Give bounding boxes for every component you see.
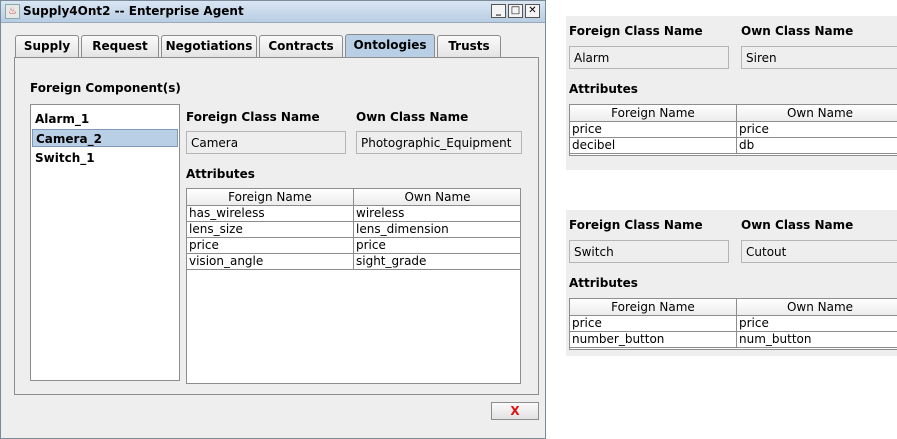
- title-bar[interactable]: ♨ Supply4Ont2 -- Enterprise Agent _ □ ✕: [1, 1, 545, 23]
- cell-own-name[interactable]: price: [737, 316, 897, 331]
- attributes-label: Attributes: [186, 167, 255, 181]
- column-header-foreign-name[interactable]: Foreign Name: [570, 105, 737, 122]
- column-header-foreign-name[interactable]: Foreign Name: [570, 299, 737, 316]
- maximize-icon[interactable]: □: [508, 4, 523, 18]
- cell-own-name[interactable]: db: [737, 138, 897, 153]
- tab-negotiations[interactable]: Negotiations: [161, 35, 257, 57]
- own-class-name-label: Own Class Name: [356, 110, 469, 124]
- tab-ontologies[interactable]: Ontologies: [345, 34, 435, 58]
- attributes-table[interactable]: Foreign Name Own Name price price decibe…: [569, 104, 897, 156]
- cell-foreign-name[interactable]: has_wireless: [187, 206, 354, 221]
- cell-foreign-name[interactable]: decibel: [570, 138, 737, 153]
- alarm-mapping-panel: Foreign Class Name Own Class Name Alarm …: [566, 16, 897, 170]
- cell-foreign-name[interactable]: vision_angle: [187, 254, 354, 269]
- cell-foreign-name[interactable]: lens_size: [187, 222, 354, 237]
- tab-trusts[interactable]: Trusts: [437, 35, 501, 57]
- own-class-field[interactable]: Cutout: [741, 240, 897, 263]
- table-row[interactable]: has_wireless wireless: [187, 206, 520, 222]
- foreign-class-field[interactable]: Camera: [186, 131, 346, 154]
- foreign-class-name-label: Foreign Class Name: [186, 110, 320, 124]
- tab-contracts[interactable]: Contracts: [259, 35, 343, 57]
- own-class-field[interactable]: Photographic_Equipment: [356, 131, 522, 154]
- cell-foreign-name[interactable]: price: [570, 122, 737, 137]
- table-row[interactable]: lens_size lens_dimension: [187, 222, 520, 238]
- cell-own-name[interactable]: wireless: [354, 206, 520, 221]
- window-title: Supply4Ont2 -- Enterprise Agent: [23, 4, 244, 18]
- table-row[interactable]: price price: [187, 238, 520, 254]
- own-class-name-label: Own Class Name: [741, 24, 854, 38]
- switch-mapping-panel: Foreign Class Name Own Class Name Switch…: [566, 210, 897, 356]
- table-row[interactable]: price price: [570, 316, 897, 332]
- tab-request[interactable]: Request: [81, 35, 159, 57]
- table-row[interactable]: number_button num_button: [570, 332, 897, 348]
- close-window-icon[interactable]: ✕: [525, 4, 540, 18]
- own-class-name-label: Own Class Name: [741, 218, 854, 232]
- column-header-foreign-name[interactable]: Foreign Name: [187, 189, 354, 206]
- java-app-icon: ♨: [5, 4, 20, 19]
- attributes-label: Attributes: [569, 82, 638, 96]
- table-row[interactable]: decibel db: [570, 138, 897, 154]
- table-row[interactable]: vision_angle sight_grade: [187, 254, 520, 270]
- column-header-own-name[interactable]: Own Name: [354, 189, 520, 206]
- cell-own-name[interactable]: price: [354, 238, 520, 253]
- cell-own-name[interactable]: price: [737, 122, 897, 137]
- cell-foreign-name[interactable]: price: [187, 238, 354, 253]
- cell-foreign-name[interactable]: price: [570, 316, 737, 331]
- list-item-camera[interactable]: Camera_2: [32, 129, 178, 147]
- tab-supply[interactable]: Supply: [15, 35, 79, 57]
- attributes-table[interactable]: Foreign Name Own Name price price number…: [569, 298, 897, 350]
- own-class-field[interactable]: Siren: [741, 46, 897, 69]
- table-row[interactable]: price price: [570, 122, 897, 138]
- column-header-own-name[interactable]: Own Name: [737, 105, 897, 122]
- attributes-label: Attributes: [569, 276, 638, 290]
- column-header-own-name[interactable]: Own Name: [737, 299, 897, 316]
- cell-foreign-name[interactable]: number_button: [570, 332, 737, 347]
- attributes-table[interactable]: Foreign Name Own Name has_wireless wirel…: [186, 188, 521, 384]
- close-button[interactable]: X: [491, 402, 539, 420]
- minimize-icon[interactable]: _: [491, 4, 506, 18]
- foreign-class-name-label: Foreign Class Name: [569, 24, 703, 38]
- agent-window: ♨ Supply4Ont2 -- Enterprise Agent _ □ ✕ …: [0, 0, 546, 439]
- foreign-class-field[interactable]: Switch: [569, 240, 729, 263]
- cell-own-name[interactable]: sight_grade: [354, 254, 520, 269]
- foreign-class-field[interactable]: Alarm: [569, 46, 729, 69]
- foreign-class-name-label: Foreign Class Name: [569, 218, 703, 232]
- foreign-components-list[interactable]: Alarm_1 Camera_2 Switch_1: [30, 104, 180, 381]
- cell-own-name[interactable]: lens_dimension: [354, 222, 520, 237]
- foreign-components-label: Foreign Component(s): [30, 81, 181, 95]
- list-item-alarm[interactable]: Alarm_1: [32, 110, 178, 128]
- list-item-switch[interactable]: Switch_1: [32, 149, 178, 167]
- cell-own-name[interactable]: num_button: [737, 332, 897, 347]
